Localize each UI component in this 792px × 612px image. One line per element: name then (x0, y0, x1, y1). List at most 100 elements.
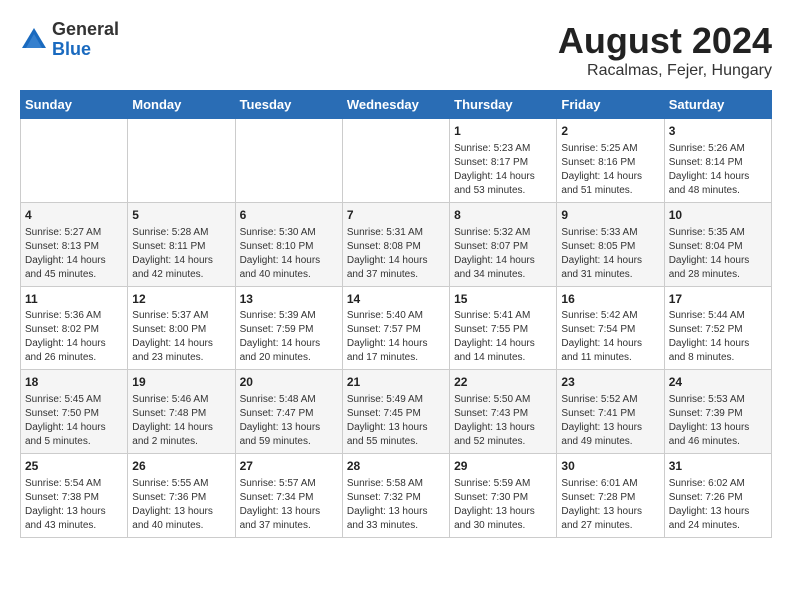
calendar-cell: 3Sunrise: 5:26 AM Sunset: 8:14 PM Daylig… (664, 119, 771, 203)
calendar-cell: 10Sunrise: 5:35 AM Sunset: 8:04 PM Dayli… (664, 202, 771, 286)
day-number: 22 (454, 374, 552, 391)
calendar-cell: 5 Sunrise: 5:28 AM Sunset: 8:11 PM Daylig… (128, 202, 235, 286)
day-number: 17 (669, 291, 767, 308)
calendar-cell: 18Sunrise: 5:45 AM Sunset: 7:50 PM Dayli… (21, 370, 128, 454)
calendar-cell: 22 Sunrise: 5:50 AM Sunset: 7:43 PM Dayli… (450, 370, 557, 454)
calendar-cell: 11Sunrise: 5:36 AM Sunset: 8:02 PM Dayli… (21, 286, 128, 370)
calendar-header: SundayMondayTuesdayWednesdayThursdayFrid… (21, 91, 772, 119)
calendar-cell: 23 Sunrise: 5:52 AM Sunset: 7:41 PM Dayli… (557, 370, 664, 454)
calendar-cell: 27 Sunrise: 5:57 AM Sunset: 7:34 PM Dayli… (235, 454, 342, 538)
calendar-cell: 30 Sunrise: 6:01 AM Sunset: 7:28 PM Dayli… (557, 454, 664, 538)
day-info: Sunrise: 5:59 AM Sunset: 7:30 PM Dayligh… (454, 477, 552, 533)
calendar-cell: 4Sunrise: 5:27 AM Sunset: 8:13 PM Daylig… (21, 202, 128, 286)
day-number: 25 (25, 458, 123, 475)
day-number: 8 (454, 207, 552, 224)
day-info: Sunrise: 5:31 AM Sunset: 8:08 PM Dayligh… (347, 226, 445, 282)
week-row-2: 11Sunrise: 5:36 AM Sunset: 8:02 PM Dayli… (21, 286, 772, 370)
day-info: Sunrise: 5:39 AM Sunset: 7:59 PM Dayligh… (240, 309, 338, 365)
logo-general: General (52, 20, 119, 40)
week-row-4: 25Sunrise: 5:54 AM Sunset: 7:38 PM Dayli… (21, 454, 772, 538)
day-number: 28 (347, 458, 445, 475)
header-saturday: Saturday (664, 91, 771, 119)
header-tuesday: Tuesday (235, 91, 342, 119)
day-number: 13 (240, 291, 338, 308)
day-info: Sunrise: 5:23 AM Sunset: 8:17 PM Dayligh… (454, 142, 552, 198)
day-number: 4 (25, 207, 123, 224)
day-number: 10 (669, 207, 767, 224)
day-info: Sunrise: 5:48 AM Sunset: 7:47 PM Dayligh… (240, 393, 338, 449)
day-number: 6 (240, 207, 338, 224)
calendar-cell: 29 Sunrise: 5:59 AM Sunset: 7:30 PM Dayli… (450, 454, 557, 538)
day-number: 9 (561, 207, 659, 224)
calendar-cell (235, 119, 342, 203)
day-number: 1 (454, 123, 552, 140)
header-monday: Monday (128, 91, 235, 119)
calendar-cell: 24Sunrise: 5:53 AM Sunset: 7:39 PM Dayli… (664, 370, 771, 454)
day-number: 27 (240, 458, 338, 475)
day-number: 26 (132, 458, 230, 475)
calendar-cell: 7 Sunrise: 5:31 AM Sunset: 8:08 PM Daylig… (342, 202, 449, 286)
calendar-cell: 28Sunrise: 5:58 AM Sunset: 7:32 PM Dayli… (342, 454, 449, 538)
logo-icon (20, 26, 48, 54)
day-info: Sunrise: 5:30 AM Sunset: 8:10 PM Dayligh… (240, 226, 338, 282)
day-info: Sunrise: 5:41 AM Sunset: 7:55 PM Dayligh… (454, 309, 552, 365)
day-number: 19 (132, 374, 230, 391)
day-number: 31 (669, 458, 767, 475)
day-number: 30 (561, 458, 659, 475)
day-info: Sunrise: 6:01 AM Sunset: 7:28 PM Dayligh… (561, 477, 659, 533)
day-info: Sunrise: 5:40 AM Sunset: 7:57 PM Dayligh… (347, 309, 445, 365)
calendar-cell: 21Sunrise: 5:49 AM Sunset: 7:45 PM Dayli… (342, 370, 449, 454)
calendar-cell: 19 Sunrise: 5:46 AM Sunset: 7:48 PM Dayli… (128, 370, 235, 454)
day-info: Sunrise: 5:25 AM Sunset: 8:16 PM Dayligh… (561, 142, 659, 198)
day-info: Sunrise: 5:52 AM Sunset: 7:41 PM Dayligh… (561, 393, 659, 449)
day-number: 3 (669, 123, 767, 140)
day-info: Sunrise: 5:32 AM Sunset: 8:07 PM Dayligh… (454, 226, 552, 282)
day-info: Sunrise: 5:46 AM Sunset: 7:48 PM Dayligh… (132, 393, 230, 449)
header-sunday: Sunday (21, 91, 128, 119)
day-info: Sunrise: 5:55 AM Sunset: 7:36 PM Dayligh… (132, 477, 230, 533)
day-number: 23 (561, 374, 659, 391)
calendar-cell: 20 Sunrise: 5:48 AM Sunset: 7:47 PM Dayli… (235, 370, 342, 454)
calendar-cell: 14Sunrise: 5:40 AM Sunset: 7:57 PM Dayli… (342, 286, 449, 370)
calendar-cell (128, 119, 235, 203)
logo-blue: Blue (52, 40, 119, 60)
day-info: Sunrise: 5:45 AM Sunset: 7:50 PM Dayligh… (25, 393, 123, 449)
calendar-cell: 2 Sunrise: 5:25 AM Sunset: 8:16 PM Daylig… (557, 119, 664, 203)
day-info: Sunrise: 5:50 AM Sunset: 7:43 PM Dayligh… (454, 393, 552, 449)
day-number: 2 (561, 123, 659, 140)
day-number: 20 (240, 374, 338, 391)
calendar-cell: 31 Sunrise: 6:02 AM Sunset: 7:26 PM Dayli… (664, 454, 771, 538)
day-info: Sunrise: 5:37 AM Sunset: 8:00 PM Dayligh… (132, 309, 230, 365)
page-title: August 2024 (558, 20, 772, 62)
day-number: 24 (669, 374, 767, 391)
title-block: August 2024 Racalmas, Fejer, Hungary (558, 20, 772, 80)
day-info: Sunrise: 5:28 AM Sunset: 8:11 PM Dayligh… (132, 226, 230, 282)
calendar-cell: 26 Sunrise: 5:55 AM Sunset: 7:36 PM Dayli… (128, 454, 235, 538)
calendar-cell: 12Sunrise: 5:37 AM Sunset: 8:00 PM Dayli… (128, 286, 235, 370)
day-number: 7 (347, 207, 445, 224)
calendar-cell: 25Sunrise: 5:54 AM Sunset: 7:38 PM Dayli… (21, 454, 128, 538)
day-number: 14 (347, 291, 445, 308)
day-info: Sunrise: 5:42 AM Sunset: 7:54 PM Dayligh… (561, 309, 659, 365)
week-row-3: 18Sunrise: 5:45 AM Sunset: 7:50 PM Dayli… (21, 370, 772, 454)
day-number: 29 (454, 458, 552, 475)
logo: General Blue (20, 20, 119, 60)
calendar-cell: 8 Sunrise: 5:32 AM Sunset: 8:07 PM Daylig… (450, 202, 557, 286)
calendar-cell: 1 Sunrise: 5:23 AM Sunset: 8:17 PM Daylig… (450, 119, 557, 203)
calendar-cell: 15Sunrise: 5:41 AM Sunset: 7:55 PM Dayli… (450, 286, 557, 370)
day-info: Sunrise: 5:57 AM Sunset: 7:34 PM Dayligh… (240, 477, 338, 533)
day-number: 5 (132, 207, 230, 224)
day-number: 21 (347, 374, 445, 391)
calendar-cell (342, 119, 449, 203)
page-header: General Blue August 2024 Racalmas, Fejer… (20, 20, 772, 80)
calendar-body: 1 Sunrise: 5:23 AM Sunset: 8:17 PM Daylig… (21, 119, 772, 538)
day-info: Sunrise: 6:02 AM Sunset: 7:26 PM Dayligh… (669, 477, 767, 533)
header-row: SundayMondayTuesdayWednesdayThursdayFrid… (21, 91, 772, 119)
day-info: Sunrise: 5:44 AM Sunset: 7:52 PM Dayligh… (669, 309, 767, 365)
calendar-table: SundayMondayTuesdayWednesdayThursdayFrid… (20, 90, 772, 538)
calendar-cell: 13Sunrise: 5:39 AM Sunset: 7:59 PM Dayli… (235, 286, 342, 370)
calendar-cell: 17Sunrise: 5:44 AM Sunset: 7:52 PM Dayli… (664, 286, 771, 370)
day-number: 12 (132, 291, 230, 308)
header-friday: Friday (557, 91, 664, 119)
calendar-cell: 9Sunrise: 5:33 AM Sunset: 8:05 PM Daylig… (557, 202, 664, 286)
